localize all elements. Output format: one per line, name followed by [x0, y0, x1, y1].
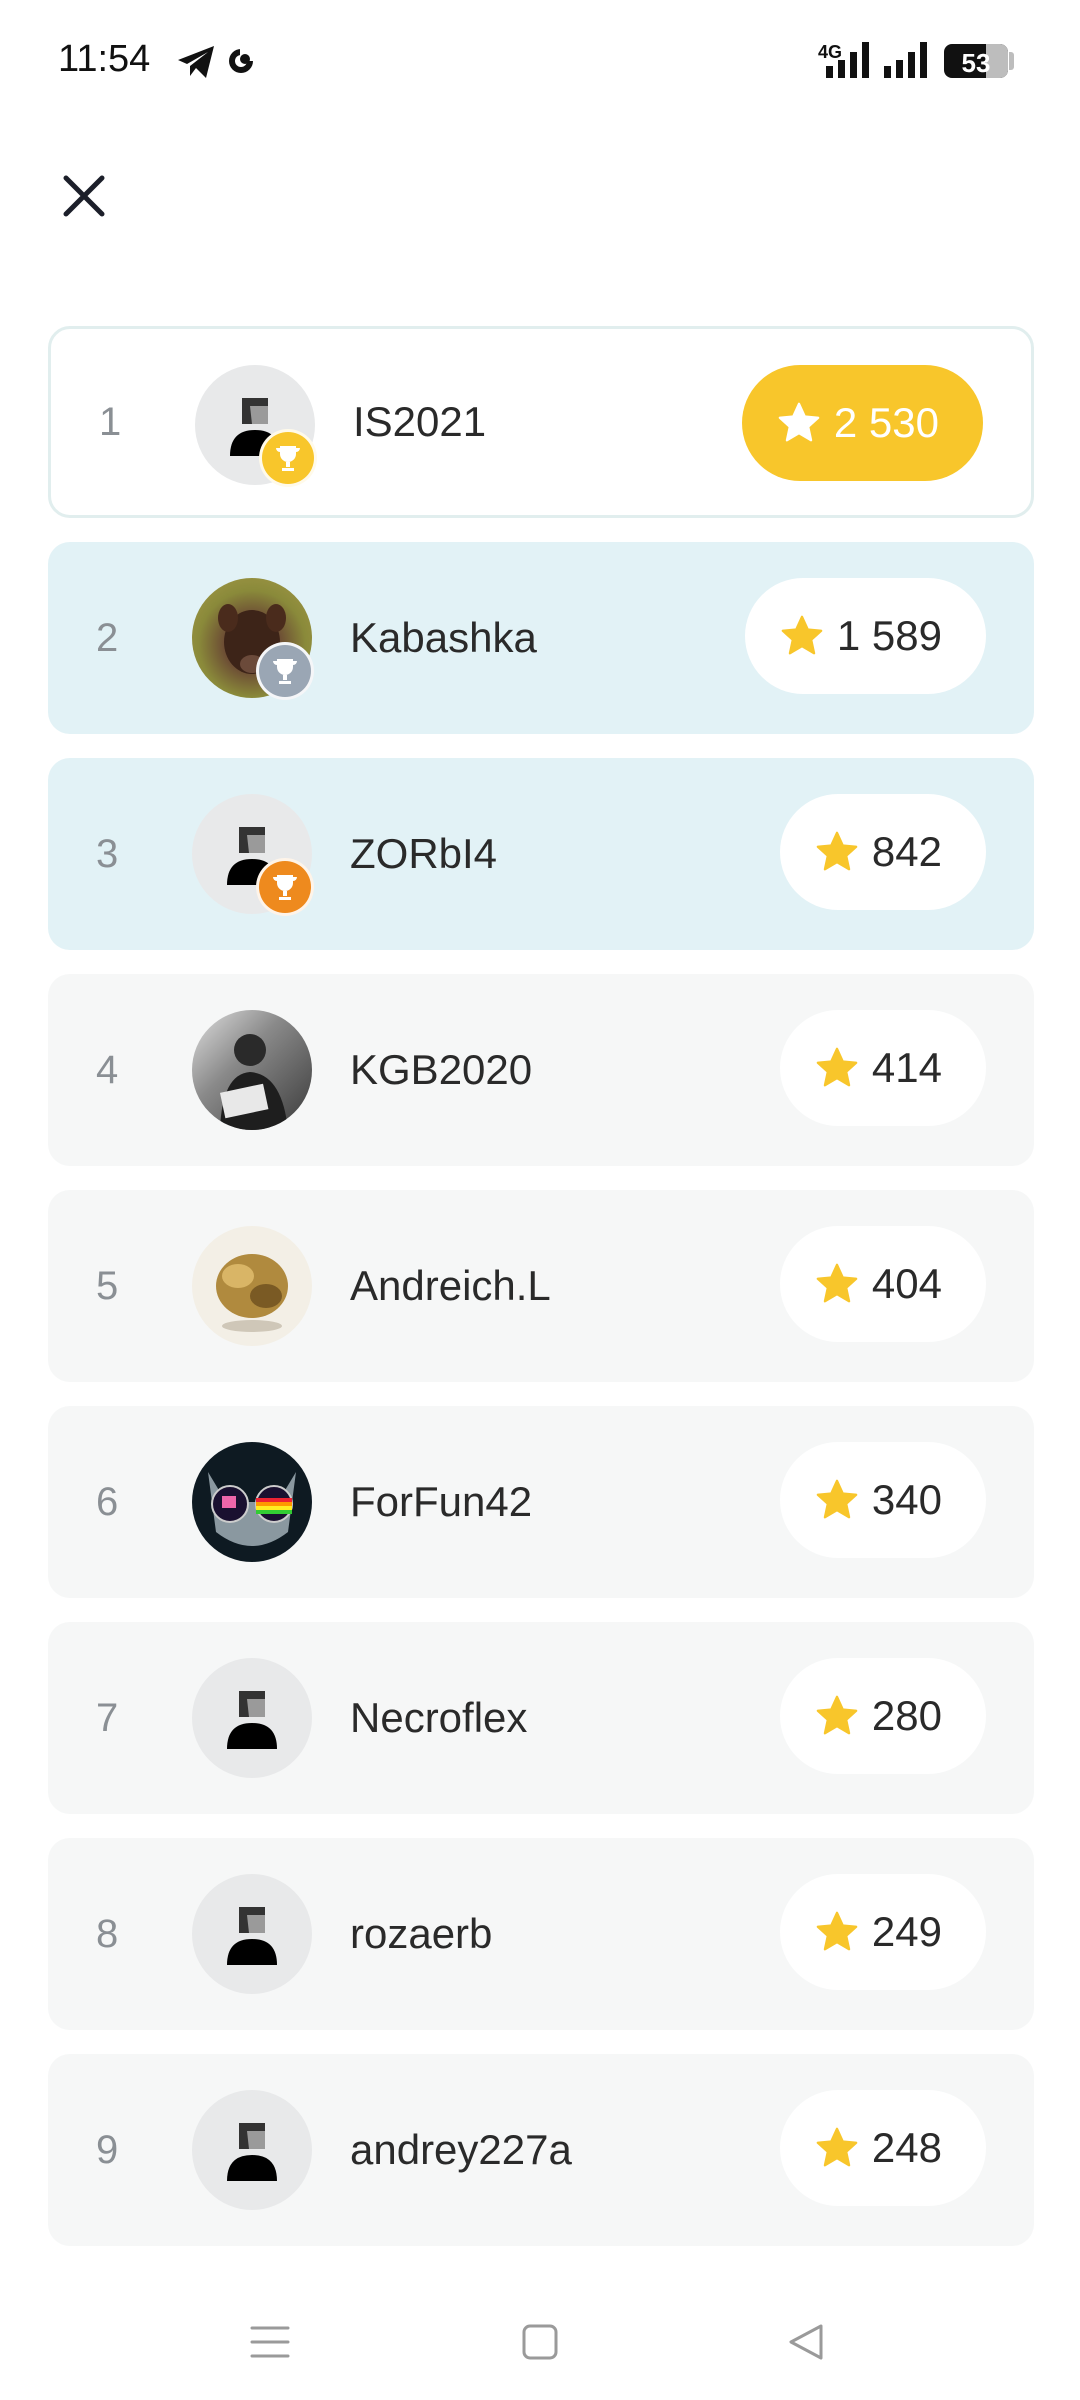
star-icon [779, 613, 825, 659]
rank-number: 2 [96, 615, 119, 660]
cat-glasses-avatar [208, 1472, 296, 1546]
rank-number: 1 [99, 399, 122, 444]
score-badge: 414 [779, 1010, 986, 1126]
avatar [192, 1874, 312, 1994]
score-value: 404 [871, 1260, 942, 1307]
leaderboard-row[interactable]: 5 Andreich.L 404 [48, 1190, 1034, 1382]
home-icon [522, 2324, 558, 2360]
player-name: Andreich.L [350, 1262, 551, 1309]
score-badge: 340 [779, 1442, 986, 1558]
score-badge: 280 [779, 1658, 986, 1774]
star-icon [776, 400, 822, 446]
score-badge: 249 [779, 1874, 986, 1990]
rank-number: 5 [96, 1263, 119, 1308]
score-badge: 2 530 [741, 365, 983, 481]
rank-number: 4 [96, 1047, 119, 1092]
score-badge: 842 [779, 794, 986, 910]
leaderboard-row[interactable]: 6 ForFun42 340 [48, 1406, 1034, 1598]
avatar [192, 1010, 312, 1130]
leaderboard-row[interactable]: 1 IS2021 2 530 [48, 326, 1034, 518]
sync-icon [229, 48, 254, 73]
player-name: rozaerb [350, 1910, 493, 1957]
home-button[interactable] [510, 2312, 570, 2372]
score-badge: 248 [779, 2090, 986, 2206]
player-name: Necroflex [350, 1694, 528, 1741]
back-button[interactable] [776, 2312, 836, 2372]
star-icon [814, 1909, 860, 1955]
avatar [192, 578, 314, 700]
battery-tip [1009, 52, 1014, 70]
battery-icon: 53 [944, 44, 1008, 78]
leaderboard-row[interactable]: 4 KGB2020 414 [48, 974, 1034, 1166]
leaderboard-row[interactable]: 3 ZORbI4 842 [48, 758, 1034, 950]
avatar [192, 794, 314, 916]
score-value: 2 530 [833, 399, 939, 446]
avatar [192, 2090, 312, 2210]
leaderboard-row[interactable]: 9 andrey227a 248 [48, 2054, 1034, 2246]
bronze-trophy-icon [256, 858, 314, 916]
menu-button[interactable] [240, 2312, 300, 2372]
score-value: 414 [871, 1044, 942, 1091]
avatar [195, 365, 317, 487]
player-name: KGB2020 [350, 1046, 533, 1093]
score-value: 249 [871, 1908, 942, 1955]
gold-trophy-icon [259, 429, 317, 487]
default-avatar-icon [227, 1691, 277, 1749]
star-icon [814, 2125, 860, 2171]
signal-icon [826, 42, 869, 78]
player-name: ZORbI4 [350, 830, 498, 877]
score-value: 340 [871, 1476, 942, 1523]
back-icon [789, 2324, 823, 2360]
score-badge: 1 589 [744, 578, 986, 694]
score-value: 1 589 [836, 612, 942, 659]
telegram-icon [178, 46, 214, 78]
rank-number: 8 [96, 1911, 119, 1956]
rank-number: 9 [96, 2127, 119, 2172]
avatar [192, 1226, 312, 1346]
rank-number: 7 [96, 1695, 119, 1740]
system-navigation-bar [0, 2290, 1080, 2400]
default-avatar-icon [227, 2123, 277, 2181]
star-icon [814, 829, 860, 875]
star-icon [814, 1693, 860, 1739]
score-value: 248 [871, 2124, 942, 2171]
rank-number: 3 [96, 831, 119, 876]
star-icon [814, 1477, 860, 1523]
signal-icon [884, 42, 927, 78]
menu-icon [250, 2326, 290, 2358]
bull-bear-statue-avatar [216, 1254, 288, 1332]
default-avatar-icon [227, 1907, 277, 1965]
close-button[interactable] [52, 164, 116, 228]
leaderboard-row[interactable]: 2 Kabashka 1 589 [48, 542, 1034, 734]
score-value: 842 [871, 828, 942, 875]
bw-photo-avatar [219, 1034, 288, 1130]
player-name: Kabashka [350, 614, 537, 661]
score-value: 280 [871, 1692, 942, 1739]
avatar [192, 1658, 312, 1778]
avatar [192, 1442, 312, 1562]
star-icon [814, 1261, 860, 1307]
close-icon [63, 175, 105, 217]
silver-trophy-icon [256, 642, 314, 700]
leaderboard-list: 1 IS2021 2 530 2 Kabashka 1 589 3 ZORbI4… [48, 326, 1034, 2270]
status-bar: 11:54 4G 53 [0, 0, 1080, 120]
player-name: ForFun42 [350, 1478, 533, 1525]
star-icon [814, 1045, 860, 1091]
player-name: IS2021 [353, 398, 487, 445]
leaderboard-row[interactable]: 8 rozaerb 249 [48, 1838, 1034, 2030]
leaderboard-row[interactable]: 7 Necroflex 280 [48, 1622, 1034, 1814]
score-badge: 404 [779, 1226, 986, 1342]
rank-number: 6 [96, 1479, 119, 1524]
player-name: andrey227a [350, 2126, 572, 2173]
battery-level: 53 [961, 48, 991, 78]
status-time: 11:54 [58, 38, 151, 80]
